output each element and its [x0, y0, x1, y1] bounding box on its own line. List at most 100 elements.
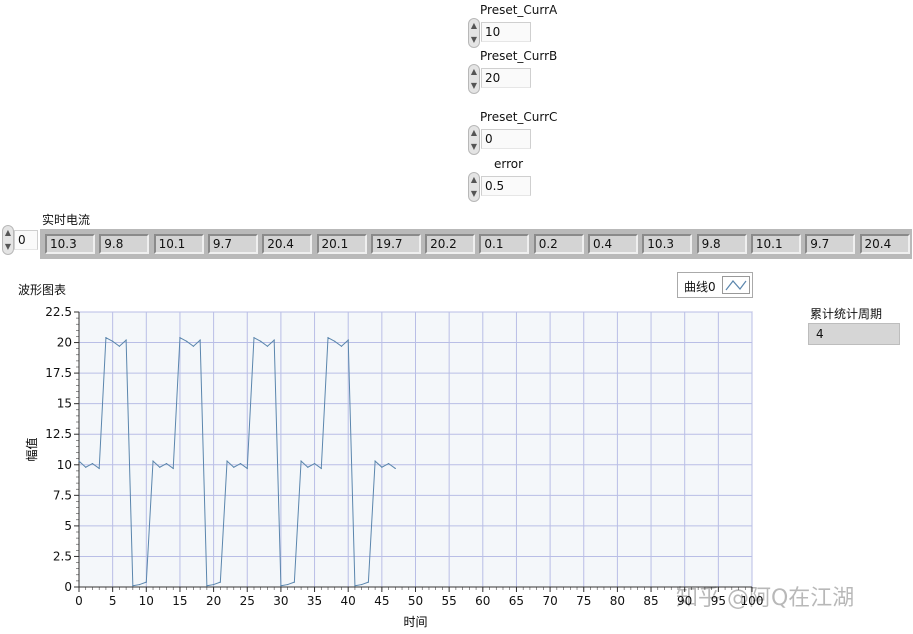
array-element: 9.8: [696, 234, 747, 254]
y-tick-label: 5: [64, 519, 72, 533]
x-tick-label: 15: [172, 594, 187, 608]
y-tick-label: 17.5: [45, 366, 72, 380]
preset-curr-b-input[interactable]: 20: [481, 68, 531, 88]
data-point: [172, 467, 174, 470]
decrement-arrow-icon[interactable]: ▼: [3, 240, 13, 254]
data-point: [354, 585, 356, 587]
data-point: [280, 585, 282, 587]
data-point: [307, 466, 309, 468]
x-tick-label: 65: [509, 594, 524, 608]
x-tick-label: 20: [206, 594, 221, 608]
y-tick-label: 7.5: [53, 488, 72, 502]
legend-line-icon[interactable]: [722, 276, 750, 294]
data-point: [165, 462, 168, 465]
y-tick-label: 10: [57, 458, 72, 472]
data-point: [186, 340, 188, 342]
period-value: 4: [808, 323, 900, 345]
y-axis: 0 2.5 5 7.5 10 12.5 15 17.5 20 22.5: [45, 305, 80, 594]
y-tick-label: 15: [57, 397, 72, 411]
x-tick-label: 55: [442, 594, 457, 608]
array-index-input[interactable]: 0: [14, 230, 38, 250]
array-element: 9.7: [207, 234, 258, 254]
array-element: 20.4: [262, 234, 313, 254]
array-element: 10.1: [750, 234, 801, 254]
data-point: [85, 466, 87, 468]
y-tick-label: 22.5: [45, 305, 72, 319]
decrement-arrow-icon[interactable]: ▼: [469, 140, 479, 154]
data-point: [138, 583, 141, 586]
data-point: [233, 466, 235, 468]
watermark-text: 知乎 @阿Q在江湖: [676, 586, 855, 611]
x-tick-label: 40: [341, 594, 356, 608]
x-tick-label: 10: [139, 594, 154, 608]
array-element: 9.8: [99, 234, 150, 254]
preset-curr-a-input[interactable]: 10: [481, 22, 531, 42]
data-point: [213, 583, 215, 586]
data-point: [374, 460, 376, 462]
x-tick-label: 50: [408, 594, 423, 608]
data-point: [334, 340, 336, 342]
array-element: 20.1: [316, 234, 367, 254]
data-point: [179, 337, 181, 339]
x-tick-label: 60: [475, 594, 490, 608]
preset-curr-b-spinner[interactable]: ▲ ▼: [468, 64, 480, 94]
array-element: 20.2: [425, 234, 476, 254]
increment-arrow-icon[interactable]: ▲: [469, 19, 479, 33]
data-point: [300, 460, 302, 462]
decrement-arrow-icon[interactable]: ▼: [469, 79, 479, 93]
increment-arrow-icon[interactable]: ▲: [469, 65, 479, 79]
increment-arrow-icon[interactable]: ▲: [469, 126, 479, 140]
array-element: 10.3: [45, 234, 95, 254]
data-point: [313, 462, 316, 465]
error-spinner[interactable]: ▲ ▼: [468, 172, 480, 202]
data-point: [367, 581, 369, 583]
decrement-arrow-icon[interactable]: ▼: [469, 187, 479, 201]
preset-curr-a-spinner[interactable]: ▲ ▼: [468, 18, 480, 48]
array-element: 20.4: [859, 234, 910, 254]
preset-curr-c-input[interactable]: 0: [481, 129, 531, 149]
data-point: [98, 467, 100, 470]
x-tick-label: 30: [273, 594, 288, 608]
period-label: 累计统计周期: [810, 307, 883, 321]
x-axis: 0 5 10 15 20 25 30 35 40 45 50 55 60 65 70 75 80 85 90 95 10…: [75, 586, 763, 608]
data-point: [273, 339, 275, 341]
data-point: [226, 460, 228, 462]
data-point: [112, 340, 114, 342]
x-tick-label: 85: [643, 594, 658, 608]
legend-label: 曲线0: [684, 280, 716, 294]
preset-curr-c-spinner[interactable]: ▲ ▼: [468, 125, 480, 155]
data-point: [266, 345, 269, 347]
data-point: [320, 467, 322, 470]
increment-arrow-icon[interactable]: ▲: [469, 173, 479, 187]
error-input[interactable]: 0.5: [481, 176, 531, 196]
data-point: [199, 339, 201, 341]
decrement-arrow-icon[interactable]: ▼: [469, 33, 479, 47]
array-label: 实时电流: [42, 213, 91, 227]
data-point: [78, 460, 80, 462]
increment-arrow-icon[interactable]: ▲: [3, 226, 13, 240]
preset-curr-b-label: Preset_CurrB: [480, 49, 558, 63]
y-tick-label: 12.5: [45, 427, 72, 441]
data-point: [260, 340, 262, 342]
data-point: [91, 462, 94, 465]
x-tick-label: 5: [109, 594, 117, 608]
x-tick-label: 45: [374, 594, 389, 608]
x-tick-label: 35: [307, 594, 322, 608]
preset-curr-a-label: Preset_CurrA: [480, 3, 558, 17]
array-element: 19.7: [370, 234, 421, 254]
data-point: [381, 466, 383, 468]
data-point: [145, 581, 147, 583]
x-axis-label: 时间: [403, 615, 427, 629]
y-tick-label: 20: [57, 336, 72, 350]
array-element: 0.4: [588, 234, 638, 254]
data-point: [219, 581, 221, 583]
error-label: error: [494, 157, 524, 171]
waveform-chart: 0 5 10 15 20 25 30 35 40 45 50 55 60 65 70 75 80 85 90 95 10…: [24, 305, 763, 629]
array-element: 10.1: [153, 234, 204, 254]
data-point: [118, 345, 120, 347]
y-axis-label: 幅值: [24, 437, 39, 461]
array-indicator: 10.3 9.8 10.1 9.7 20.4 20.1 19.7 20.2 0.1 0.2 0.4 1…: [40, 229, 912, 259]
array-index-spinner[interactable]: ▲ ▼: [2, 225, 14, 255]
plot-legend[interactable]: 曲线0: [677, 272, 753, 298]
x-tick-label: 25: [240, 594, 255, 608]
